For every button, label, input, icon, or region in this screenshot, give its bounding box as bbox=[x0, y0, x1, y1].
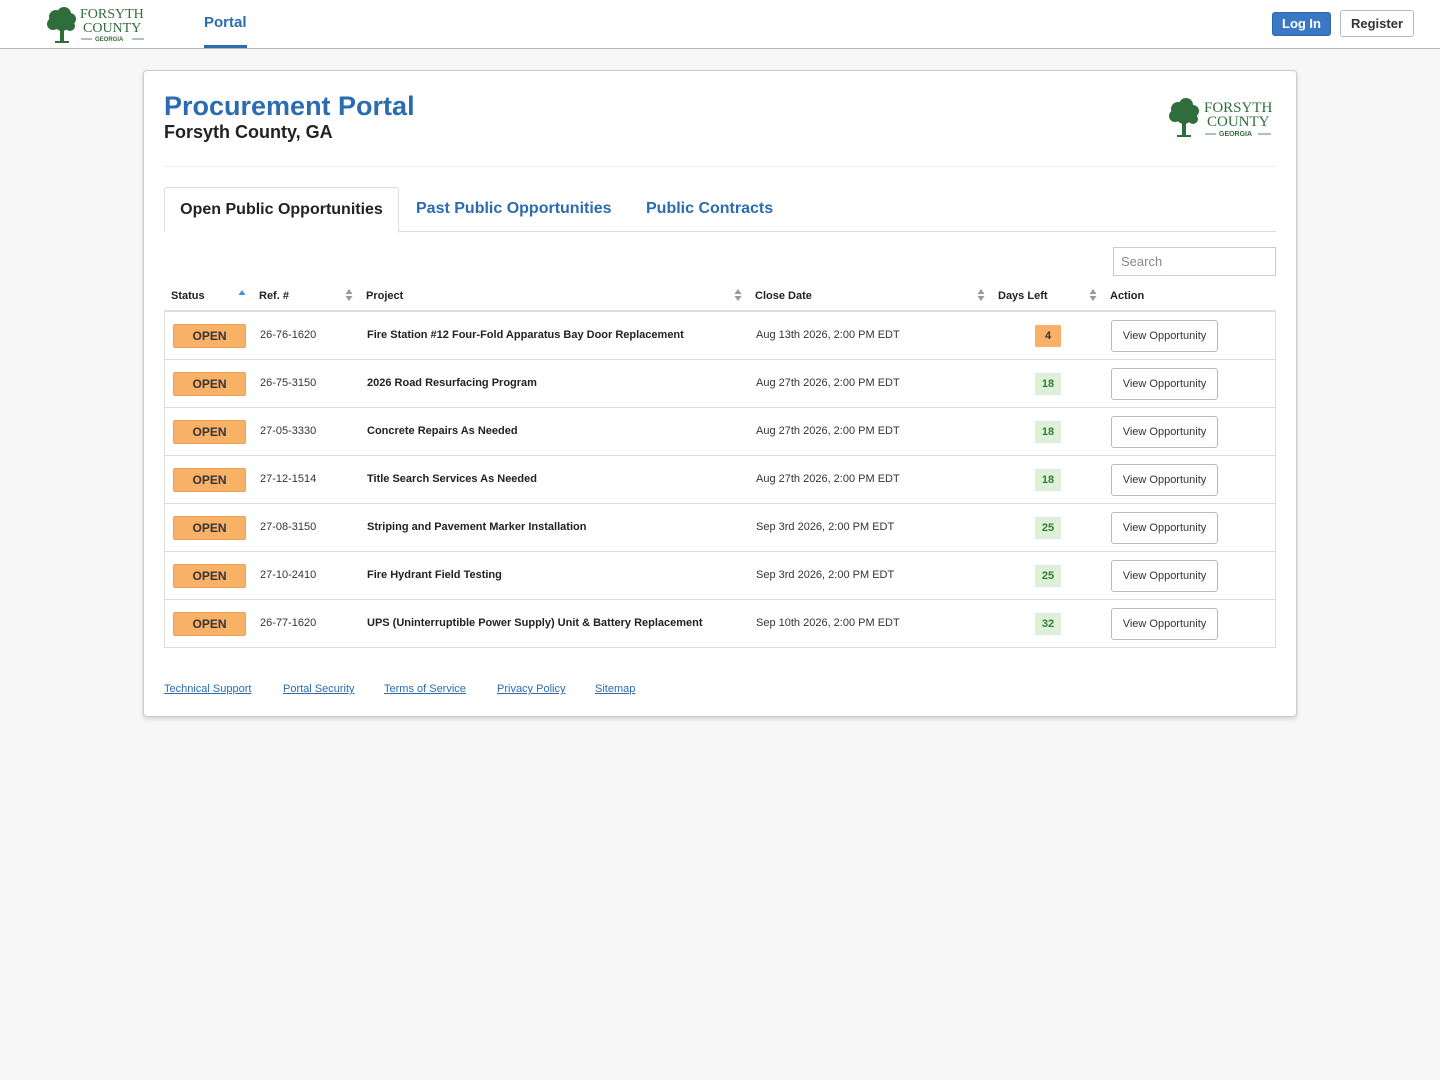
logo-line1: FORSYTH bbox=[80, 7, 144, 22]
ref-number: 26-77-1620 bbox=[260, 617, 317, 629]
search-input[interactable] bbox=[1113, 247, 1276, 276]
register-button[interactable]: Register bbox=[1340, 10, 1414, 37]
table-row: OPEN 27-05-3330 Concrete Repairs As Need… bbox=[165, 408, 1275, 456]
card-logo-line3: GEORGIA bbox=[1219, 131, 1252, 138]
days-left-badge: 18 bbox=[1035, 469, 1061, 491]
project-name: Striping and Pavement Marker Installatio… bbox=[367, 521, 587, 533]
tab-open-opportunities[interactable]: Open Public Opportunities bbox=[164, 187, 399, 233]
col-close-date[interactable]: Close Date bbox=[755, 284, 812, 308]
forsyth-county-logo[interactable]: FORSYTH COUNTY GEORGIA bbox=[44, 3, 148, 45]
ref-number: 26-76-1620 bbox=[260, 329, 317, 341]
sort-icon[interactable] bbox=[345, 288, 353, 302]
status-badge: OPEN bbox=[173, 612, 246, 636]
days-left-badge: 32 bbox=[1035, 613, 1061, 635]
header-divider bbox=[164, 166, 1276, 167]
footer-portal-security-link[interactable]: Portal Security bbox=[283, 683, 355, 695]
logo-line3: GEORGIA bbox=[95, 37, 124, 43]
close-date: Aug 27th 2026, 2:00 PM EDT bbox=[756, 425, 900, 437]
days-left-badge: 25 bbox=[1035, 517, 1061, 539]
status-badge: OPEN bbox=[173, 324, 246, 348]
nav-portal[interactable]: Portal bbox=[204, 0, 247, 48]
status-badge: OPEN bbox=[173, 516, 246, 540]
project-name: UPS (Uninterruptible Power Supply) Unit … bbox=[367, 617, 703, 629]
close-date: Sep 3rd 2026, 2:00 PM EDT bbox=[756, 521, 895, 533]
days-left-badge: 25 bbox=[1035, 565, 1061, 587]
opportunities-table: Status Ref. # Project Close Date Days Le… bbox=[164, 284, 1276, 648]
view-opportunity-button[interactable]: View Opportunity bbox=[1111, 464, 1218, 496]
project-name: 2026 Road Resurfacing Program bbox=[367, 377, 537, 389]
card-logo-line2: COUNTY bbox=[1207, 114, 1270, 130]
sort-icon[interactable] bbox=[734, 288, 742, 302]
view-opportunity-button[interactable]: View Opportunity bbox=[1111, 368, 1218, 400]
ref-number: 26-75-3150 bbox=[260, 377, 317, 389]
project-name: Fire Station #12 Four-Fold Apparatus Bay… bbox=[367, 329, 684, 341]
forsyth-county-logo-large: FORSYTH COUNTY GEORGIA bbox=[1169, 98, 1273, 138]
sort-icon[interactable] bbox=[1089, 288, 1097, 302]
tab-public-contracts[interactable]: Public Contracts bbox=[646, 187, 773, 232]
table-row: OPEN 26-76-1620 Fire Station #12 Four-Fo… bbox=[165, 312, 1275, 360]
footer-sitemap-link[interactable]: Sitemap bbox=[595, 683, 635, 695]
col-ref[interactable]: Ref. # bbox=[259, 284, 289, 308]
ref-number: 27-12-1514 bbox=[260, 473, 317, 485]
view-opportunity-button[interactable]: View Opportunity bbox=[1111, 560, 1218, 592]
top-bar: FORSYTH COUNTY GEORGIA Portal Log In Reg… bbox=[0, 0, 1440, 49]
days-left-badge: 18 bbox=[1035, 421, 1061, 443]
page-subtitle: Forsyth County, GA bbox=[164, 122, 333, 142]
tab-bar: Open Public Opportunities Past Public Op… bbox=[164, 187, 1276, 233]
login-button[interactable]: Log In bbox=[1272, 12, 1331, 36]
status-badge: OPEN bbox=[173, 420, 246, 444]
top-nav: Portal bbox=[204, 0, 247, 48]
days-left-badge: 18 bbox=[1035, 373, 1061, 395]
ref-number: 27-08-3150 bbox=[260, 521, 317, 533]
close-date: Sep 3rd 2026, 2:00 PM EDT bbox=[756, 569, 895, 581]
table-row: OPEN 26-75-3150 2026 Road Resurfacing Pr… bbox=[165, 360, 1275, 408]
footer-privacy-link[interactable]: Privacy Policy bbox=[497, 683, 565, 695]
table-body: OPEN 26-76-1620 Fire Station #12 Four-Fo… bbox=[164, 312, 1276, 648]
view-opportunity-button[interactable]: View Opportunity bbox=[1111, 320, 1218, 352]
footer-technical-support-link[interactable]: Technical Support bbox=[164, 683, 251, 695]
project-name: Title Search Services As Needed bbox=[367, 473, 537, 485]
sort-asc-icon[interactable] bbox=[238, 288, 246, 302]
tab-past-opportunities[interactable]: Past Public Opportunities bbox=[416, 187, 612, 232]
status-badge: OPEN bbox=[173, 468, 246, 492]
main-card: Procurement Portal Forsyth County, GA FO… bbox=[143, 70, 1297, 717]
sort-icon[interactable] bbox=[977, 288, 985, 302]
close-date: Aug 27th 2026, 2:00 PM EDT bbox=[756, 377, 900, 389]
col-action: Action bbox=[1110, 290, 1145, 302]
view-opportunity-button[interactable]: View Opportunity bbox=[1111, 416, 1218, 448]
close-date: Aug 13th 2026, 2:00 PM EDT bbox=[756, 329, 900, 341]
table-row: OPEN 26-77-1620 UPS (Uninterruptible Pow… bbox=[165, 600, 1275, 648]
logo-line2: COUNTY bbox=[83, 21, 141, 36]
ref-number: 27-10-2410 bbox=[260, 569, 317, 581]
status-badge: OPEN bbox=[173, 372, 246, 396]
col-project[interactable]: Project bbox=[366, 284, 403, 308]
page-title: Procurement Portal bbox=[164, 91, 415, 121]
project-name: Fire Hydrant Field Testing bbox=[367, 569, 502, 581]
col-status[interactable]: Status bbox=[171, 284, 205, 308]
ref-number: 27-05-3330 bbox=[260, 425, 317, 437]
view-opportunity-button[interactable]: View Opportunity bbox=[1111, 512, 1218, 544]
close-date: Aug 27th 2026, 2:00 PM EDT bbox=[756, 473, 900, 485]
footer-terms-link[interactable]: Terms of Service bbox=[384, 683, 466, 695]
table-header: Status Ref. # Project Close Date Days Le… bbox=[164, 284, 1276, 312]
table-row: OPEN 27-08-3150 Striping and Pavement Ma… bbox=[165, 504, 1275, 552]
close-date: Sep 10th 2026, 2:00 PM EDT bbox=[756, 617, 900, 629]
view-opportunity-button[interactable]: View Opportunity bbox=[1111, 608, 1218, 640]
days-left-badge: 4 bbox=[1035, 325, 1061, 347]
table-row: OPEN 27-12-1514 Title Search Services As… bbox=[165, 456, 1275, 504]
table-row: OPEN 27-10-2410 Fire Hydrant Field Testi… bbox=[165, 552, 1275, 600]
col-days-left[interactable]: Days Left bbox=[998, 284, 1048, 308]
status-badge: OPEN bbox=[173, 564, 246, 588]
project-name: Concrete Repairs As Needed bbox=[367, 425, 518, 437]
